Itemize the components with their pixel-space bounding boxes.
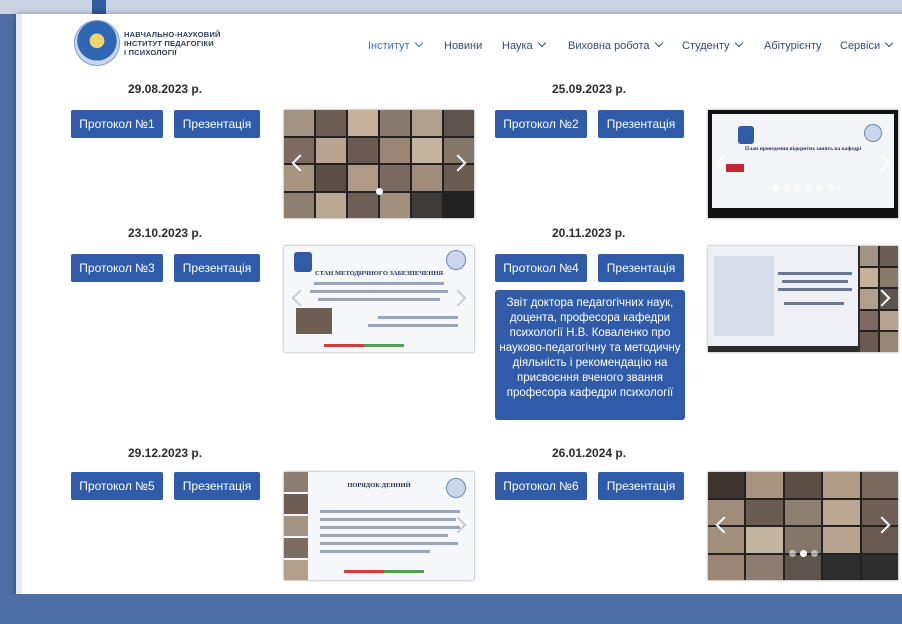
nav-label: Абітурієнту	[764, 40, 822, 52]
meeting-date: 23.10.2023 р.	[128, 226, 203, 240]
slide-title: СТАН МЕТОДИЧНОГО ЗАБЕЗПЕЧЕННЯ	[314, 270, 444, 277]
nav-label: Наука	[502, 40, 533, 52]
chevron-down-icon	[734, 38, 743, 48]
institute-logo-text[interactable]: НАВЧАЛЬНО-НАУКОВИЙ ІНСТИТУТ ПЕДАГОГІКИ І…	[124, 30, 264, 57]
meeting-date: 26.01.2024 р.	[552, 446, 627, 460]
meeting-photo-carousel[interactable]	[708, 472, 898, 580]
slide-text-line	[320, 534, 448, 537]
window-bottom-band	[0, 594, 902, 624]
slide-bar-green	[384, 570, 424, 573]
shared-screen	[708, 246, 858, 346]
logo-line-2: ІНСТИТУТ ПЕДАГОГІКИ	[124, 39, 214, 48]
nav-label: Сервіси	[840, 40, 881, 52]
presentation-button[interactable]: Презентація	[598, 110, 684, 138]
carousel-dots	[284, 182, 474, 200]
protocol-button[interactable]: Протокол №4	[495, 254, 587, 282]
protocol-button[interactable]: Протокол №6	[495, 472, 587, 500]
presentation-button[interactable]: Презентація	[174, 254, 260, 282]
nav-item-services[interactable]: Сервіси	[840, 38, 894, 52]
meeting-date: 20.11.2023 р.	[552, 226, 626, 240]
nav-item-institute[interactable]: Інститут	[368, 38, 423, 52]
university-emblem-icon	[294, 252, 312, 272]
meeting-photo-carousel[interactable]	[708, 246, 898, 352]
slide-bar-red	[324, 344, 364, 347]
protocol-button[interactable]: Протокол №3	[71, 254, 163, 282]
nav-label: Студенту	[682, 40, 730, 52]
protocol-button[interactable]: Протокол №5	[71, 472, 163, 500]
meeting-date: 29.08.2023 р.	[128, 82, 203, 96]
slide-text-line	[320, 510, 460, 513]
slide-text-line	[782, 280, 848, 283]
chevron-down-icon	[654, 38, 663, 48]
slide-text-line	[778, 272, 852, 275]
meeting-date: 25.09.2023 р.	[552, 82, 627, 96]
slide-text-line	[320, 550, 430, 553]
presentation-button[interactable]: Презентація	[174, 472, 260, 500]
presentation-slide-carousel[interactable]: СТАН МЕТОДИЧНОГО ЗАБЕЗПЕЧЕННЯ	[284, 246, 474, 352]
slide-bar-red	[344, 570, 384, 573]
nav-label: Інститут	[368, 40, 410, 52]
nav-item-science[interactable]: Наука	[502, 38, 546, 52]
slide-text-line	[320, 526, 460, 529]
presentation-button[interactable]: Презентація	[598, 472, 684, 500]
nav-item-students[interactable]: Студенту	[682, 38, 743, 52]
web-page: НАВЧАЛЬНО-НАУКОВИЙ ІНСТИТУТ ПЕДАГОГІКИ І…	[22, 14, 902, 608]
nav-item-news[interactable]: Новини	[444, 40, 482, 52]
presentation-slide-carousel[interactable]: ПОРЯДОК ДЕННИЙ	[284, 472, 474, 580]
institute-emblem-icon	[864, 124, 882, 142]
slide-text-line	[778, 288, 852, 291]
chevron-down-icon	[537, 38, 546, 48]
slide-title: ПОРЯДОК ДЕННИЙ	[347, 482, 411, 489]
institute-logo-icon[interactable]	[74, 20, 120, 66]
university-emblem-icon	[738, 126, 754, 144]
slide-text-line	[378, 316, 458, 319]
slide-text-line	[784, 302, 844, 305]
logo-line-1: НАВЧАЛЬНО-НАУКОВИЙ	[124, 30, 221, 39]
slide-text-line	[318, 298, 440, 301]
slide-text-line	[320, 518, 456, 521]
slide-bar-green	[364, 344, 404, 347]
speaker-video	[296, 308, 332, 334]
carousel-dots	[708, 178, 898, 196]
nav-label: Виховна робота	[568, 40, 650, 52]
logo-line-3: І ПСИХОЛОГІЇ	[124, 48, 177, 57]
slide-preview: ПОРЯДОК ДЕННИЙ	[284, 472, 474, 580]
presentation-button[interactable]: Презентація	[598, 254, 684, 282]
video-call-grid	[708, 472, 898, 580]
nav-item-education[interactable]: Виховна робота	[568, 38, 663, 52]
chevron-down-icon	[414, 38, 423, 48]
slide-text-line	[310, 290, 448, 293]
carousel-dots	[708, 544, 898, 562]
window-top-strip	[0, 0, 902, 14]
institute-emblem-icon	[446, 250, 466, 270]
slide-text-line	[320, 542, 458, 545]
slide-text-line	[314, 282, 444, 285]
slide-text-line	[368, 324, 458, 327]
site-header: НАВЧАЛЬНО-НАУКОВИЙ ІНСТИТУТ ПЕДАГОГІКИ І…	[22, 14, 902, 74]
meeting-photo-carousel[interactable]	[284, 110, 474, 218]
protocol-button[interactable]: Протокол №1	[71, 110, 163, 138]
window-marker	[92, 0, 106, 14]
protocol-button[interactable]: Протокол №2	[495, 110, 587, 138]
slide-preview: СТАН МЕТОДИЧНОГО ЗАБЕЗПЕЧЕННЯ	[284, 246, 474, 352]
presentation-slide-carousel[interactable]: План проведення відкритих занять на кафе…	[708, 110, 898, 218]
chevron-down-icon	[884, 38, 894, 48]
video-call-grid	[284, 110, 474, 218]
slide-title: План проведення відкритих занять на кафе…	[744, 146, 862, 152]
nav-item-applicants[interactable]: Абітурієнту	[764, 40, 822, 52]
slide-map-image	[714, 256, 774, 336]
report-link-button[interactable]: Звіт доктора педагогічних наук, доцента,…	[495, 290, 685, 420]
presentation-button[interactable]: Презентація	[174, 110, 260, 138]
meeting-date: 29.12.2023 р.	[128, 446, 203, 460]
nav-label: Новини	[444, 40, 483, 52]
